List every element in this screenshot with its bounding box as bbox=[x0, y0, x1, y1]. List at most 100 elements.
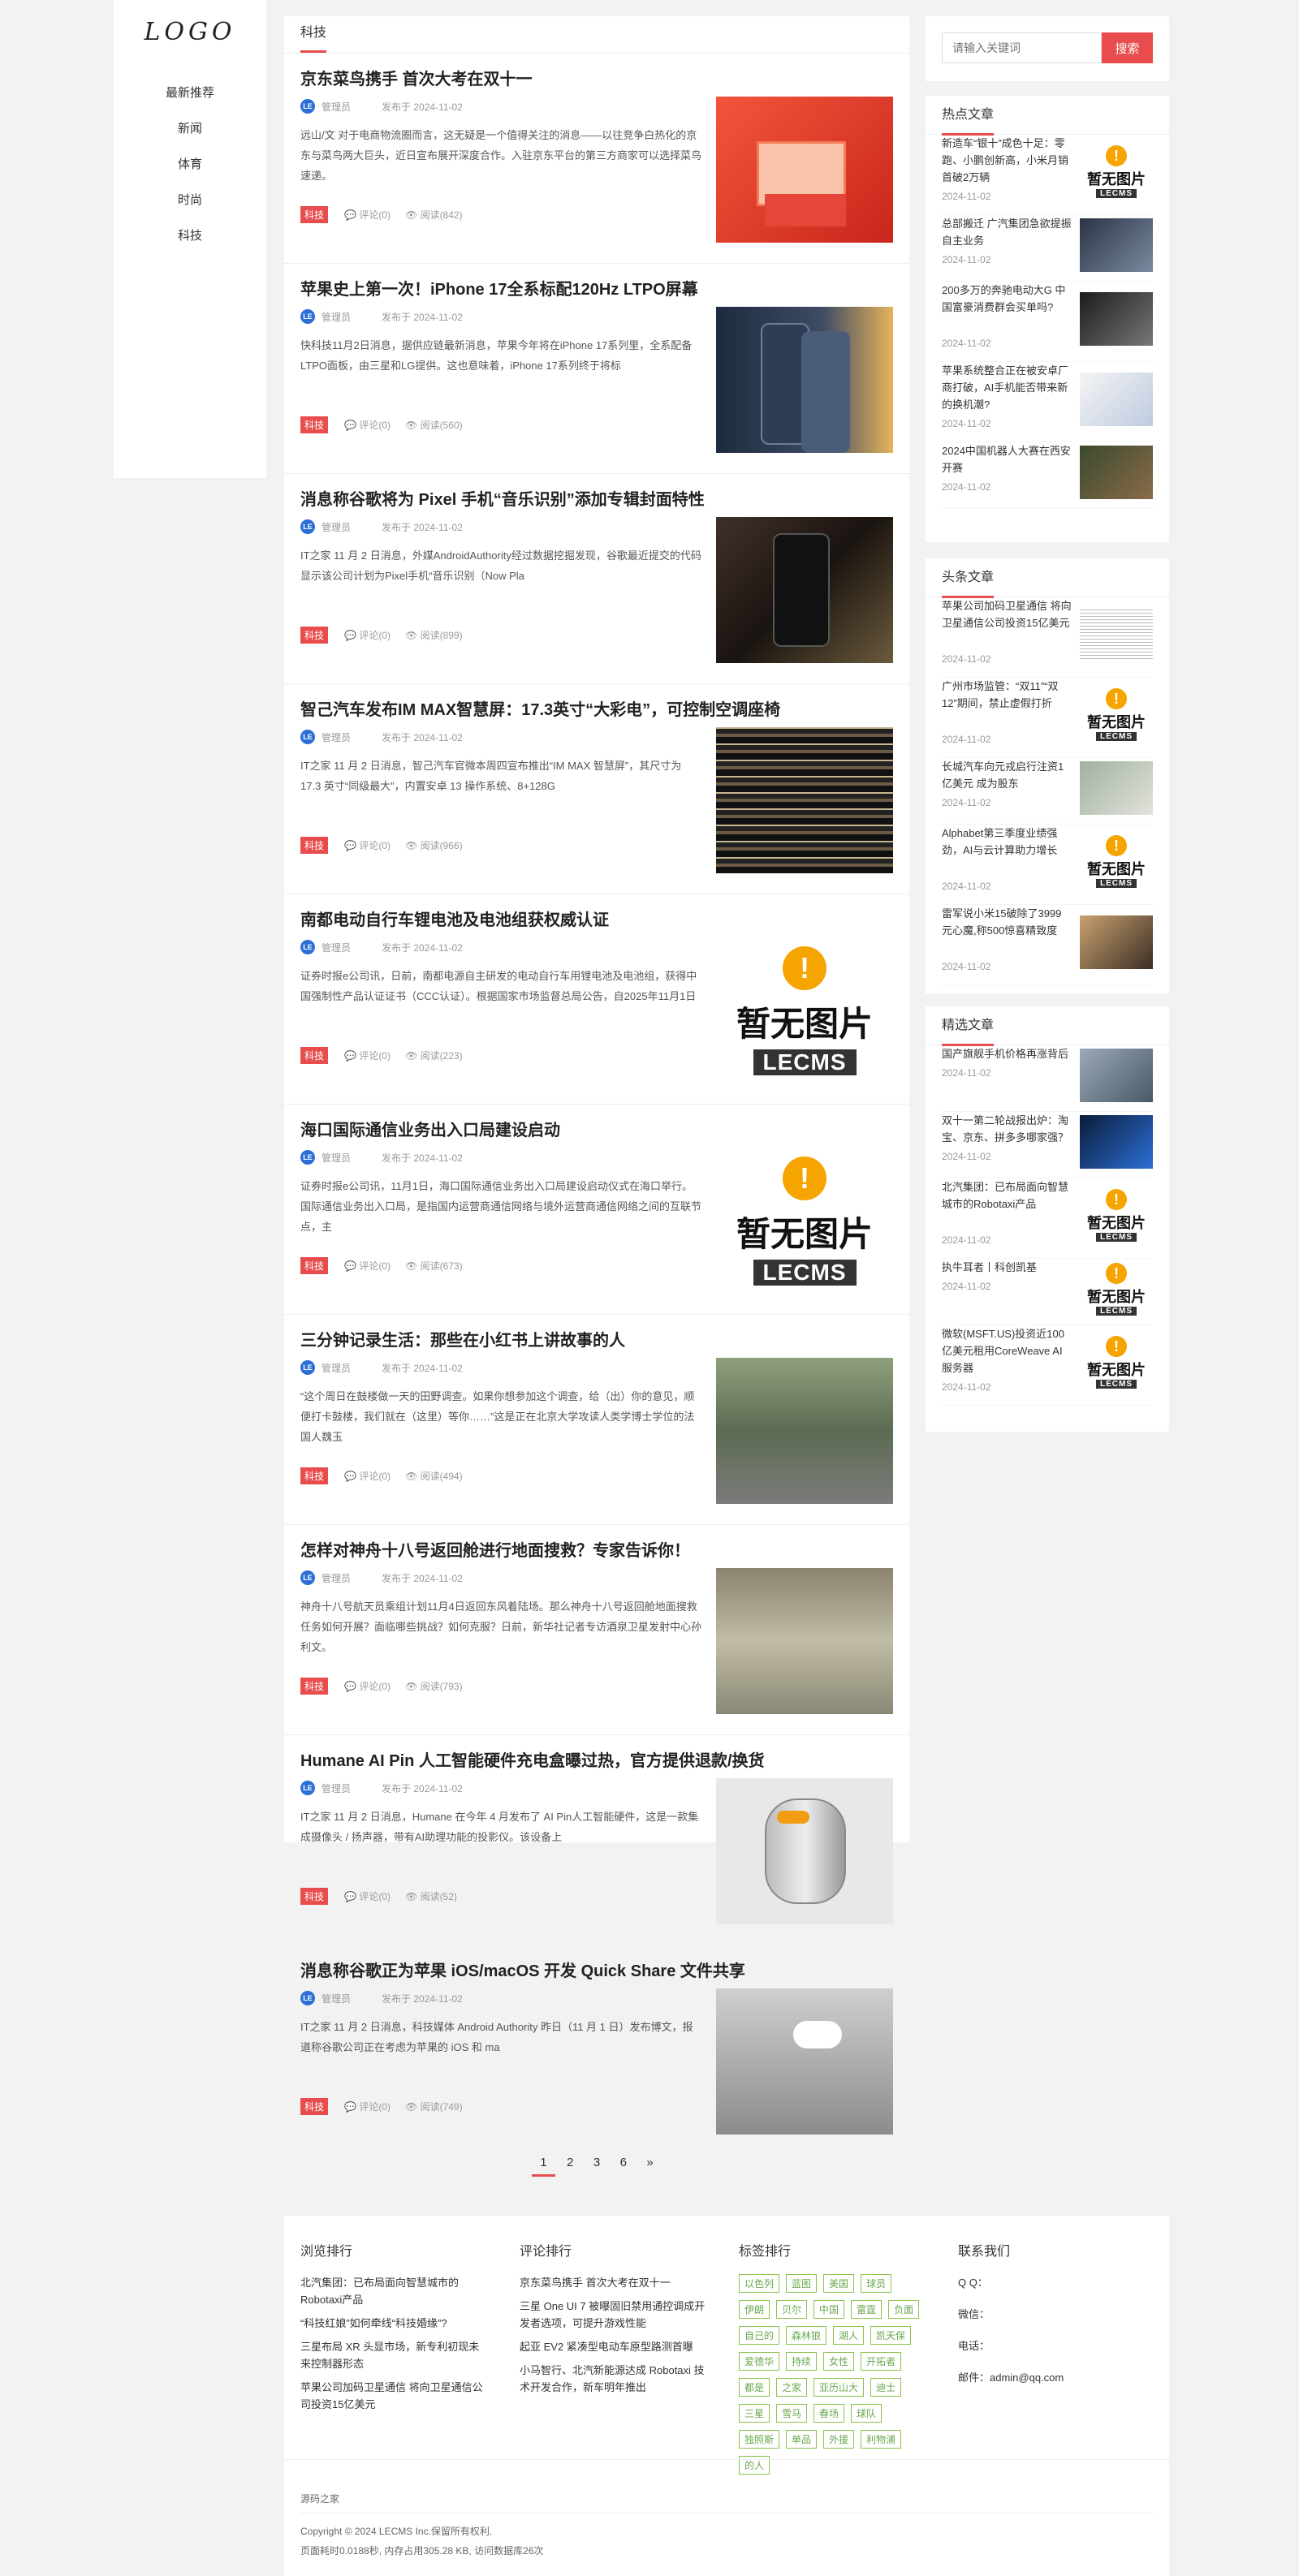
side-article-thumbnail[interactable] bbox=[1080, 607, 1153, 661]
author-name[interactable]: 管理员 bbox=[322, 1781, 351, 1795]
author-name[interactable]: 管理员 bbox=[322, 100, 351, 114]
footer-link[interactable]: 小马智行、北汽新能源达成 Robotaxi 技术开发合作，新车明年推出 bbox=[520, 2362, 714, 2396]
author-name[interactable]: 管理员 bbox=[322, 1361, 351, 1375]
side-article-title[interactable]: 2024中国机器人大赛在西安开赛 bbox=[942, 442, 1072, 476]
article-thumbnail[interactable] bbox=[716, 517, 893, 663]
side-article-item[interactable]: Alphabet第三季度业绩强劲，AI与云计算助力增长 2024-11-02! 暂无… bbox=[942, 825, 1153, 905]
page-next[interactable]: » bbox=[638, 2151, 661, 2174]
article-thumbnail[interactable] bbox=[716, 727, 893, 873]
tag-link[interactable]: 开拓者 bbox=[861, 2352, 902, 2371]
side-article-item[interactable]: 长城汽车向元戎启行注资1亿美元 成为股东 2024-11-02 bbox=[942, 758, 1153, 825]
category-tag[interactable]: 科技 bbox=[300, 1467, 329, 1484]
author-name[interactable]: 管理员 bbox=[322, 1151, 351, 1165]
page-link[interactable]: 6 bbox=[612, 2151, 635, 2174]
article-thumbnail[interactable] bbox=[716, 97, 893, 243]
tag-link[interactable]: 蓝图 bbox=[786, 2274, 818, 2293]
category-tag[interactable]: 科技 bbox=[300, 206, 329, 223]
tag-link[interactable]: 之家 bbox=[776, 2378, 808, 2397]
side-article-title[interactable]: Alphabet第三季度业绩强劲，AI与云计算助力增长 bbox=[942, 825, 1072, 859]
side-article-item[interactable]: 苹果公司加码卫星通信 将向卫星通信公司投资15亿美元 2024-11-02 bbox=[942, 597, 1153, 678]
tag-link[interactable]: 迪士 bbox=[870, 2378, 902, 2397]
side-article-title[interactable]: 微软(MSFT.US)投资近100亿美元租用CoreWeave AI服务器 bbox=[942, 1325, 1072, 1376]
article-title[interactable]: 京东菜鸟携手 首次大考在双十一 bbox=[300, 66, 533, 89]
side-article-title[interactable]: 苹果公司加码卫星通信 将向卫星通信公司投资15亿美元 bbox=[942, 597, 1072, 631]
article-title[interactable]: 南都电动自行车锂电池及电池组获权威认证 bbox=[300, 907, 609, 930]
tag-link[interactable]: 森林狼 bbox=[786, 2326, 827, 2345]
tag-link[interactable]: 单品 bbox=[786, 2430, 818, 2449]
article-thumbnail[interactable] bbox=[716, 1778, 893, 1924]
side-article-title[interactable]: 新造车“银十”成色十足：零跑、小鹏创新高，小米月销首破2万辆 bbox=[942, 135, 1072, 186]
side-article-title[interactable]: 国产旗舰手机价格再涨背后 bbox=[942, 1045, 1072, 1062]
category-tag[interactable]: 科技 bbox=[300, 627, 329, 644]
footer-link[interactable]: 三星 One UI 7 被曝固旧禁用通控调成开发者选项，可提升游戏性能 bbox=[520, 2298, 714, 2332]
footer-link[interactable]: 三星布局 XR 头显市场，新专利初现未来控制器形态 bbox=[300, 2338, 487, 2372]
category-tag[interactable]: 科技 bbox=[300, 2098, 329, 2115]
tag-link[interactable]: 贝尔 bbox=[776, 2300, 808, 2319]
article-thumbnail[interactable] bbox=[716, 1988, 893, 2134]
category-tag[interactable]: 科技 bbox=[300, 1678, 329, 1695]
footer-link[interactable]: “科技红娘”如何牵线“科技婚缘”? bbox=[300, 2315, 487, 2332]
side-article-thumbnail[interactable]: ! 暂无图片 LECMS bbox=[1080, 1262, 1153, 1316]
article-thumbnail[interactable] bbox=[716, 307, 893, 453]
page-current[interactable]: 1 bbox=[532, 2151, 555, 2177]
side-article-thumbnail[interactable] bbox=[1080, 291, 1153, 346]
side-article-title[interactable]: 苹果系统整合正在被安卓厂商打破，AI手机能否带来新的换机潮? bbox=[942, 362, 1072, 413]
tag-link[interactable]: 爱德华 bbox=[739, 2352, 780, 2371]
tag-link[interactable]: 球员 bbox=[861, 2274, 892, 2293]
article-thumbnail[interactable] bbox=[716, 1358, 893, 1504]
side-article-item[interactable]: 雷军说小米15破除了3999元心魔,称500惊喜精致度 2024-11-02 bbox=[942, 905, 1153, 985]
site-logo[interactable]: LOGO bbox=[114, 18, 266, 46]
side-article-item[interactable]: 北汽集团：已布局面向智慧城市的Robotaxi产品 2024-11-02! 暂无图片… bbox=[942, 1178, 1153, 1259]
tag-link[interactable]: 湖人 bbox=[833, 2326, 865, 2345]
tag-link[interactable]: 三星 bbox=[739, 2404, 770, 2423]
side-article-thumbnail[interactable] bbox=[1080, 1049, 1153, 1102]
tag-link[interactable]: 负面 bbox=[888, 2300, 920, 2319]
side-article-item[interactable]: 2024中国机器人大赛在西安开赛 2024-11-02 bbox=[942, 442, 1153, 509]
article-title[interactable]: 怎样对神舟十八号返回舱进行地面搜救？专家告诉你！ bbox=[300, 1537, 690, 1561]
tag-link[interactable]: 伊朗 bbox=[739, 2300, 770, 2319]
nav-item-sports[interactable]: 体育 bbox=[114, 147, 266, 183]
category-tag[interactable]: 科技 bbox=[300, 1888, 329, 1905]
tag-link[interactable]: 亚历山大 bbox=[813, 2378, 865, 2397]
side-article-item[interactable]: 苹果系统整合正在被安卓厂商打破，AI手机能否带来新的换机潮? 2024-11-02 bbox=[942, 362, 1153, 442]
side-article-thumbnail[interactable] bbox=[1080, 915, 1153, 969]
side-article-thumbnail[interactable] bbox=[1080, 372, 1153, 426]
side-article-thumbnail[interactable] bbox=[1080, 218, 1153, 272]
tag-link[interactable]: 外援 bbox=[823, 2430, 855, 2449]
tag-link[interactable]: 雷霆 bbox=[851, 2300, 883, 2319]
article-title[interactable]: 智己汽车发布IM MAX智慧屏：17.3英寸“大彩电”，可控制空调座椅 bbox=[300, 696, 780, 720]
footer-link[interactable]: 京东菜鸟携手 首次大考在双十一 bbox=[520, 2274, 714, 2291]
author-name[interactable]: 管理员 bbox=[322, 730, 351, 744]
page-link[interactable]: 3 bbox=[585, 2151, 608, 2174]
article-title[interactable]: 三分钟记录生活：那些在小红书上讲故事的人 bbox=[300, 1327, 625, 1350]
side-article-item[interactable]: 双十一第二轮战报出炉：淘宝、京东、拼多多哪家强？ 2024-11-02 bbox=[942, 1112, 1153, 1178]
nav-item-news[interactable]: 新闻 bbox=[114, 111, 266, 147]
side-article-item[interactable]: 200多万的奔驰电动大G 中国富豪消费群会买单吗? 2024-11-02 bbox=[942, 282, 1153, 362]
side-article-thumbnail[interactable] bbox=[1080, 1115, 1153, 1169]
side-article-thumbnail[interactable]: ! 暂无图片 LECMS bbox=[1080, 834, 1153, 889]
tag-link[interactable]: 球队 bbox=[851, 2404, 883, 2423]
footer-link[interactable]: 起亚 EV2 紧凑型电动车原型路测首曝 bbox=[520, 2338, 714, 2355]
category-tag[interactable]: 科技 bbox=[300, 837, 329, 854]
side-article-thumbnail[interactable]: ! 暂无图片 LECMS bbox=[1080, 144, 1153, 199]
page-link[interactable]: 2 bbox=[559, 2151, 581, 2174]
side-article-item[interactable]: 微软(MSFT.US)投资近100亿美元租用CoreWeave AI服务器 202… bbox=[942, 1325, 1153, 1406]
side-article-title[interactable]: 总部搬迁 广汽集团急欲提振自主业务 bbox=[942, 215, 1072, 249]
search-input[interactable] bbox=[942, 32, 1103, 63]
side-article-item[interactable]: 国产旗舰手机价格再涨背后 2024-11-02 bbox=[942, 1045, 1153, 1112]
tag-link[interactable]: 美国 bbox=[823, 2274, 855, 2293]
side-article-thumbnail[interactable]: ! 暂无图片 LECMS bbox=[1080, 1188, 1153, 1243]
side-article-thumbnail[interactable] bbox=[1080, 446, 1153, 499]
author-name[interactable]: 管理员 bbox=[322, 310, 351, 324]
nav-item-tech[interactable]: 科技 bbox=[114, 218, 266, 254]
search-button[interactable]: 搜索 bbox=[1102, 32, 1153, 63]
footer-link[interactable]: 苹果公司加码卫星通信 将向卫星通信公司投资15亿美元 bbox=[300, 2379, 487, 2413]
side-article-title[interactable]: 北汽集团：已布局面向智慧城市的Robotaxi产品 bbox=[942, 1178, 1072, 1213]
tag-link[interactable]: 凯天保 bbox=[870, 2326, 912, 2345]
article-thumbnail[interactable]: ! 暂无图片 LECMS bbox=[716, 1148, 893, 1294]
side-article-item[interactable]: 广州市场监管：“双11”“双12”期间，禁止虚假打折 2024-11-02! 暂无图… bbox=[942, 678, 1153, 758]
side-article-thumbnail[interactable] bbox=[1080, 761, 1153, 815]
side-article-title[interactable]: 双十一第二轮战报出炉：淘宝、京东、拼多多哪家强？ bbox=[942, 1112, 1072, 1146]
category-tag[interactable]: 科技 bbox=[300, 416, 329, 433]
tag-link[interactable]: 女性 bbox=[823, 2352, 855, 2371]
